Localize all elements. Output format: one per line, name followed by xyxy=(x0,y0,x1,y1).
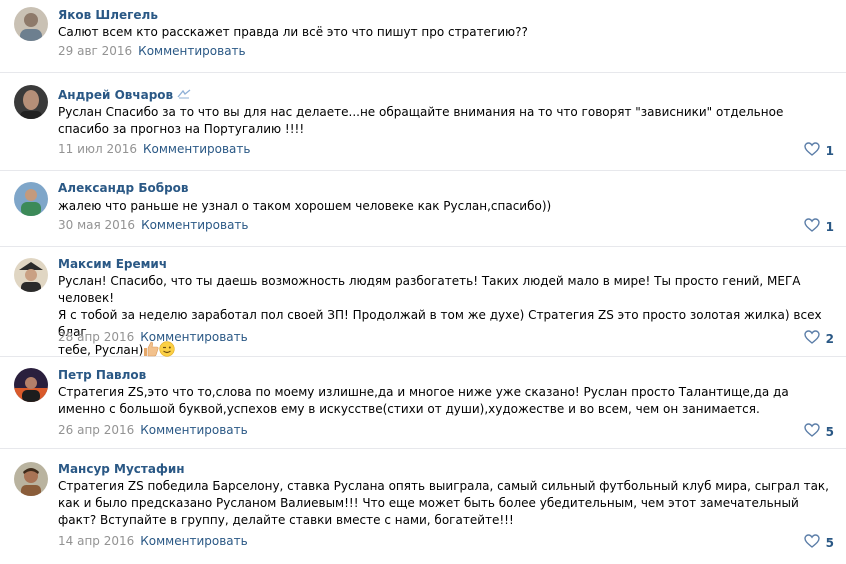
comment: Максим Еремич Руслан! Спасибо, что ты да… xyxy=(0,246,846,357)
comment-meta: 30 мая 2016 Комментировать xyxy=(58,218,249,232)
comment: Андрей Овчаров Руслан Спасибо за то что … xyxy=(0,72,846,171)
comment-date[interactable]: 26 апр 2016 xyxy=(58,423,134,437)
like-button[interactable]: 5 xyxy=(803,534,834,551)
comment-author[interactable]: Александр Бобров xyxy=(58,181,189,195)
comment-date[interactable]: 29 авг 2016 xyxy=(58,44,132,58)
avatar[interactable] xyxy=(14,462,48,496)
comment-date[interactable]: 11 июл 2016 xyxy=(58,142,137,156)
reply-button[interactable]: Комментировать xyxy=(140,423,247,437)
comment: Яков Шлегель Салют всем кто расскажет пр… xyxy=(0,0,846,73)
avatar[interactable] xyxy=(14,258,48,292)
like-count: 5 xyxy=(825,535,834,550)
comment-text: Руслан Спасибо за то что вы для нас дела… xyxy=(58,105,784,136)
comment-text: Стратегия ZS,это что то,слова по моему и… xyxy=(58,385,789,416)
avatar[interactable] xyxy=(14,85,48,119)
comment: Петр Павлов Стратегия ZS,это что то,слов… xyxy=(0,356,846,449)
comment-author[interactable]: Яков Шлегель xyxy=(58,8,158,22)
comment: Мансур Мустафин Стратегия ZS победила Ба… xyxy=(0,448,846,564)
avatar[interactable] xyxy=(14,7,48,41)
comment-text-line-end: тебе, Руслан) xyxy=(58,343,144,357)
reply-button[interactable]: Комментировать xyxy=(140,330,247,344)
heart-outline-icon xyxy=(803,534,820,551)
comment-meta: 14 апр 2016 Комментировать xyxy=(58,534,248,548)
like-count: 1 xyxy=(825,143,834,158)
comment-text: Салют всем кто расскажет правда ли всё э… xyxy=(58,25,528,39)
like-count: 1 xyxy=(825,219,834,234)
comment-date[interactable]: 28 апр 2016 xyxy=(58,330,134,344)
like-button[interactable]: 1 xyxy=(803,142,834,159)
comment-date[interactable]: 14 апр 2016 xyxy=(58,534,134,548)
comment-author[interactable]: Мансур Мустафин xyxy=(58,462,185,476)
comment-meta: 26 апр 2016 Комментировать xyxy=(58,423,248,437)
avatar[interactable] xyxy=(14,182,48,216)
comment-meta: 28 апр 2016 Комментировать xyxy=(58,330,248,344)
comment: Александр Бобров жалею что раньше не узн… xyxy=(0,170,846,247)
comment-text: Руслан! Спасибо, что ты даешь возможност… xyxy=(58,273,838,362)
like-count: 2 xyxy=(825,331,834,346)
online-mobile-icon xyxy=(177,88,191,102)
heart-outline-icon xyxy=(803,218,820,235)
reply-button[interactable]: Комментировать xyxy=(143,142,250,156)
comment-meta: 29 авг 2016 Комментировать xyxy=(58,44,246,58)
comment-text: Стратегия ZS победила Барселону, ставка … xyxy=(58,479,829,527)
comment-author[interactable]: Андрей Овчаров xyxy=(58,88,191,102)
like-count: 5 xyxy=(825,424,834,439)
comment-author[interactable]: Максим Еремич xyxy=(58,257,167,271)
like-button[interactable]: 1 xyxy=(803,218,834,235)
comment-author[interactable]: Петр Павлов xyxy=(58,368,146,382)
reply-button[interactable]: Комментировать xyxy=(138,44,245,58)
like-button[interactable]: 2 xyxy=(803,330,834,347)
comment-text-line: Руслан! Спасибо, что ты даешь возможност… xyxy=(58,274,801,305)
comment-date[interactable]: 30 мая 2016 xyxy=(58,218,135,232)
heart-outline-icon xyxy=(803,330,820,347)
comment-meta: 11 июл 2016 Комментировать xyxy=(58,142,250,156)
reply-button[interactable]: Комментировать xyxy=(141,218,248,232)
heart-outline-icon xyxy=(803,423,820,440)
avatar[interactable] xyxy=(14,368,48,402)
comment-text: жалею что раньше не узнал о таком хороше… xyxy=(58,199,552,213)
author-name[interactable]: Андрей Овчаров xyxy=(58,88,173,102)
heart-outline-icon xyxy=(803,142,820,159)
reply-button[interactable]: Комментировать xyxy=(140,534,247,548)
like-button[interactable]: 5 xyxy=(803,423,834,440)
